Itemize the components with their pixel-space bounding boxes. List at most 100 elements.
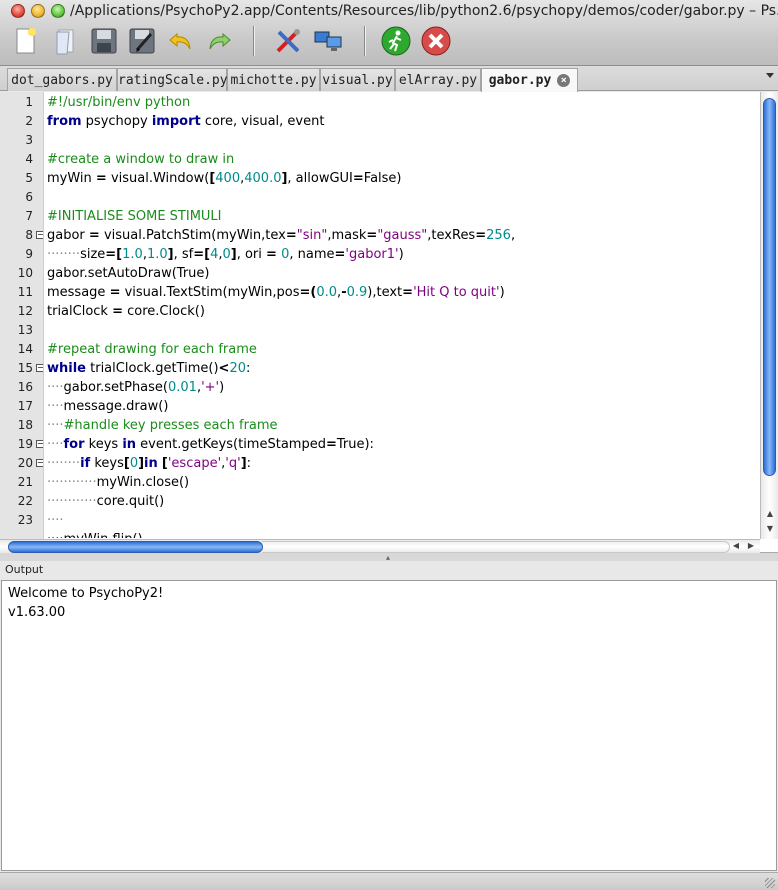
open-file-button[interactable] (50, 25, 82, 57)
code-line[interactable]: ············myWin.close() (47, 473, 189, 492)
run-button[interactable] (380, 25, 412, 57)
vertical-scroll-thumb[interactable] (763, 98, 776, 476)
scroll-down-icon[interactable]: ▼ (762, 522, 778, 536)
toolbar-separator (364, 26, 365, 56)
preferences-button[interactable] (272, 25, 304, 57)
code-line[interactable]: ····gabor.setPhase(0.01,'+') (47, 378, 224, 397)
line-number: 17 (17, 399, 33, 413)
stop-button[interactable] (420, 25, 452, 57)
tab-michotte[interactable]: michotte.py (227, 68, 320, 91)
tab-rating-scale[interactable]: ratingScale.py (117, 68, 228, 91)
line-number: 5 (25, 171, 33, 185)
code-editor[interactable]: 1 2 3 4 5 6 7 8 9 10 11 12 13 14 15 16 17 18 19 20 21 22 23− − −… (0, 92, 778, 553)
horizontal-scroll-track (262, 541, 730, 553)
title-bar: /Applications/PsychoPy2.app/Contents/Res… (0, 0, 778, 66)
undo-button[interactable] (165, 25, 197, 57)
tab-elarray[interactable]: elArray.py (395, 68, 481, 91)
line-number: 7 (25, 209, 33, 223)
code-line[interactable]: ········if keys[0]in ['escape','q']: (47, 454, 251, 473)
line-number: 20 (17, 456, 33, 470)
scroll-up-icon[interactable]: ▲ (762, 507, 778, 521)
line-number: 18 (17, 418, 33, 432)
save-icon (91, 28, 117, 54)
stop-icon (421, 26, 451, 56)
psychopy-coder-window: /Applications/PsychoPy2.app/Contents/Res… (0, 0, 778, 890)
line-number: 2 (25, 114, 33, 128)
code-line[interactable]: trialClock = core.Clock() (47, 302, 205, 321)
pane-splitter[interactable]: ▴ (0, 553, 778, 562)
window-title: /Applications/PsychoPy2.app/Contents/Res… (70, 3, 778, 19)
line-number: 12 (17, 304, 33, 318)
code-line[interactable]: #create a window to draw in (47, 150, 234, 169)
code-line[interactable]: while trialClock.getTime()<20: (47, 359, 250, 378)
status-bar (0, 872, 778, 890)
line-number: 4 (25, 152, 33, 166)
open-file-icon (56, 29, 74, 55)
close-tab-icon[interactable]: × (557, 74, 571, 87)
code-line[interactable]: ···· (47, 511, 64, 530)
run-icon (381, 26, 411, 56)
tab-list-dropdown-icon[interactable] (766, 73, 774, 78)
line-number: 15 (17, 361, 33, 375)
line-number: 10 (17, 266, 33, 280)
code-line[interactable]: #repeat drawing for each frame (47, 340, 257, 359)
code-line[interactable]: ············core.quit() (47, 492, 164, 511)
code-text-area[interactable]: #!/usr/bin/env python from psychopy impo… (47, 92, 759, 539)
horizontal-scroll-thumb[interactable] (8, 541, 263, 553)
code-line[interactable]: myWin = visual.Window([400,400.0], allow… (47, 169, 402, 188)
preferences-icon (276, 29, 300, 53)
code-line[interactable]: ····myWin.flip() (47, 530, 143, 538)
line-number: 23 (17, 513, 33, 527)
splitter-grip-icon: ▴ (386, 553, 391, 562)
save-button[interactable] (88, 25, 120, 57)
line-number: 16 (17, 380, 33, 394)
toolbar-separator (253, 26, 254, 56)
line-number: 11 (17, 285, 33, 299)
output-line: v1.63.00 (8, 605, 66, 620)
line-number-gutter: 1 2 3 4 5 6 7 8 9 10 11 12 13 14 15 16 17 18 19 20 21 22 23− − −… (0, 92, 44, 539)
tab-visual[interactable]: visual.py (320, 68, 395, 91)
resize-grip-icon[interactable] (765, 878, 775, 888)
code-line[interactable]: ········size=[1.0,1.0], sf=[4,0], ori = … (47, 245, 404, 264)
code-line[interactable]: from psychopy import core, visual, event (47, 112, 324, 131)
code-line[interactable]: ····#handle key presses each frame (47, 416, 278, 435)
monitor-center-button[interactable] (312, 25, 344, 57)
code-line[interactable]: message = visual.TextStim(myWin,pos=(0.0… (47, 283, 505, 302)
line-number: 14 (17, 342, 33, 356)
redo-button[interactable] (203, 25, 235, 57)
fold-toggle-icon[interactable]: − (36, 459, 43, 467)
scroll-right-icon[interactable]: ▶ (743, 539, 759, 553)
zoom-window-button[interactable] (51, 4, 65, 18)
save-as-button[interactable] (126, 25, 158, 57)
code-line[interactable]: gabor = visual.PatchStim(myWin,tex="sin"… (47, 226, 515, 245)
code-line[interactable]: #!/usr/bin/env python (47, 93, 190, 112)
close-window-button[interactable] (11, 4, 25, 18)
new-file-button[interactable] (9, 25, 41, 57)
line-number: 8 (25, 228, 33, 242)
fold-toggle-icon[interactable]: − (36, 364, 43, 372)
fold-toggle-icon[interactable]: − (36, 440, 43, 448)
line-number: 22 (17, 494, 33, 508)
tab-gabor[interactable]: gabor.py × (481, 68, 578, 92)
fold-toggle-icon[interactable]: − (36, 231, 43, 239)
code-line[interactable]: gabor.setAutoDraw(True) (47, 264, 209, 283)
code-line[interactable]: ····for keys in event.getKeys(timeStampe… (47, 435, 374, 454)
editor-tab-bar: dot_gabors.py ratingScale.py michotte.py… (0, 66, 778, 92)
save-as-icon (129, 28, 155, 54)
undo-icon (169, 32, 191, 50)
scroll-left-icon[interactable]: ◀ (728, 539, 744, 553)
code-line[interactable]: ····message.draw() (47, 397, 168, 416)
line-number: 9 (25, 247, 33, 261)
output-panel[interactable]: Welcome to PsychoPy2! v1.63.00 (1, 580, 777, 871)
minimize-window-button[interactable] (31, 4, 45, 18)
vertical-scrollbar[interactable]: ▲ ▼ (760, 92, 778, 539)
line-number: 19 (17, 437, 33, 451)
redo-icon (209, 32, 231, 50)
line-number: 1 (25, 95, 33, 109)
monitor-center-icon (314, 31, 342, 51)
tab-dot-gabors[interactable]: dot_gabors.py (7, 68, 117, 91)
line-number: 21 (17, 475, 33, 489)
line-number: 3 (25, 133, 33, 147)
horizontal-scrollbar[interactable]: ◀ ▶ (0, 539, 760, 553)
code-line[interactable]: #INITIALISE SOME STIMULI (47, 207, 222, 226)
